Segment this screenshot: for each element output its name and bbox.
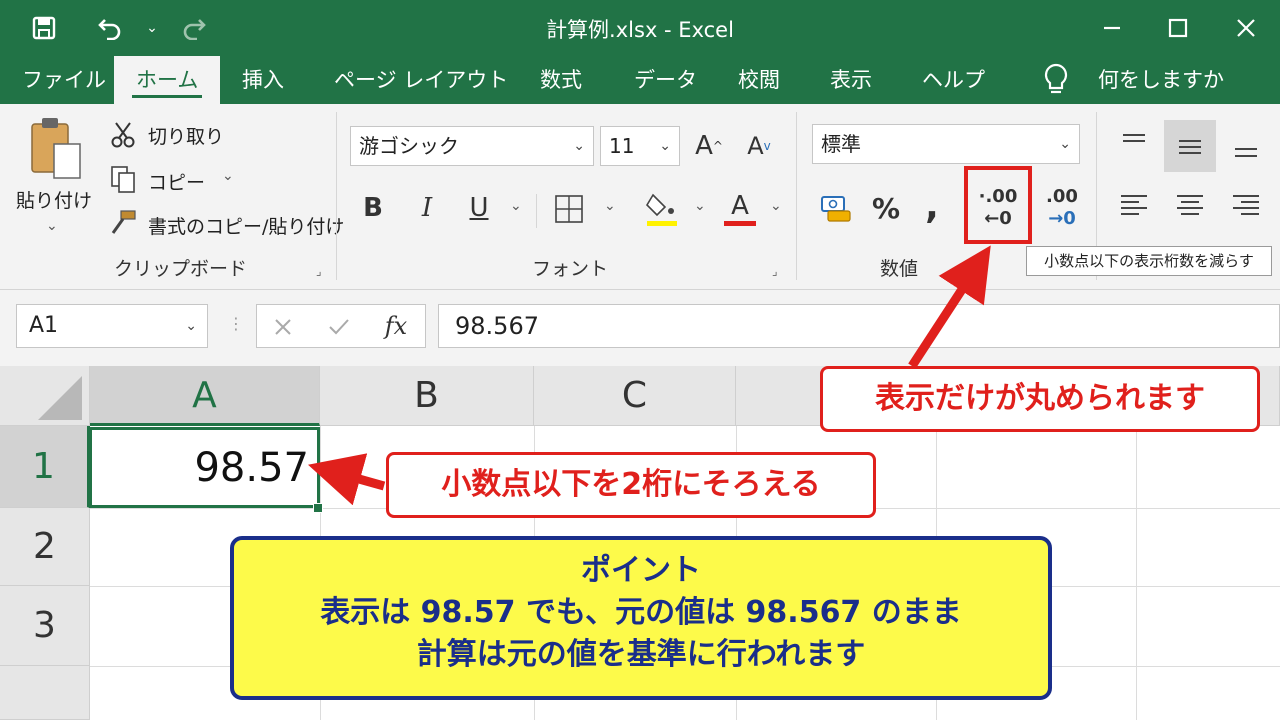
point-line-1: 表示は 98.57 でも、元の値は 98.567 のまま (320, 595, 962, 630)
point-heading: ポイント (581, 553, 701, 588)
callout-display-rounded: 表示だけが丸められます (820, 366, 1260, 432)
arrow-to-decrease-decimal (908, 245, 991, 369)
point-line-2: 計算は元の値を基準に行われます (416, 637, 866, 672)
callout-two-decimals: 小数点以下を2桁にそろえる (386, 452, 876, 518)
decrease-decimal-highlight (964, 166, 1032, 244)
arrow-to-cell-a1 (307, 453, 386, 506)
point-note: ポイント 表示は 98.57 でも、元の値は 98.567 のまま 計算は元の値… (230, 536, 1052, 700)
